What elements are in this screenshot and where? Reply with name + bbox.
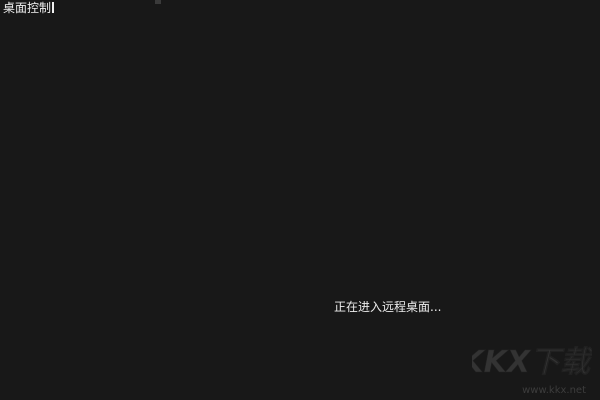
window-title-text: 桌面控制 (3, 1, 52, 15)
watermark-url: www.kkx.net (522, 385, 586, 396)
connecting-status-message: 正在进入远程桌面... (334, 300, 442, 314)
watermark-logo: KKX下载 (472, 345, 592, 380)
top-edge-artifact (155, 0, 161, 4)
window-title: 桌面控制 (3, 1, 55, 15)
watermark-logo-text: KKX下载 (472, 345, 592, 380)
remote-desktop-screen: 桌面控制 正在进入远程桌面... KKX下载 www.kkx.net (0, 0, 600, 400)
watermark: KKX下载 www.kkx.net (472, 340, 592, 396)
text-cursor (52, 2, 55, 13)
